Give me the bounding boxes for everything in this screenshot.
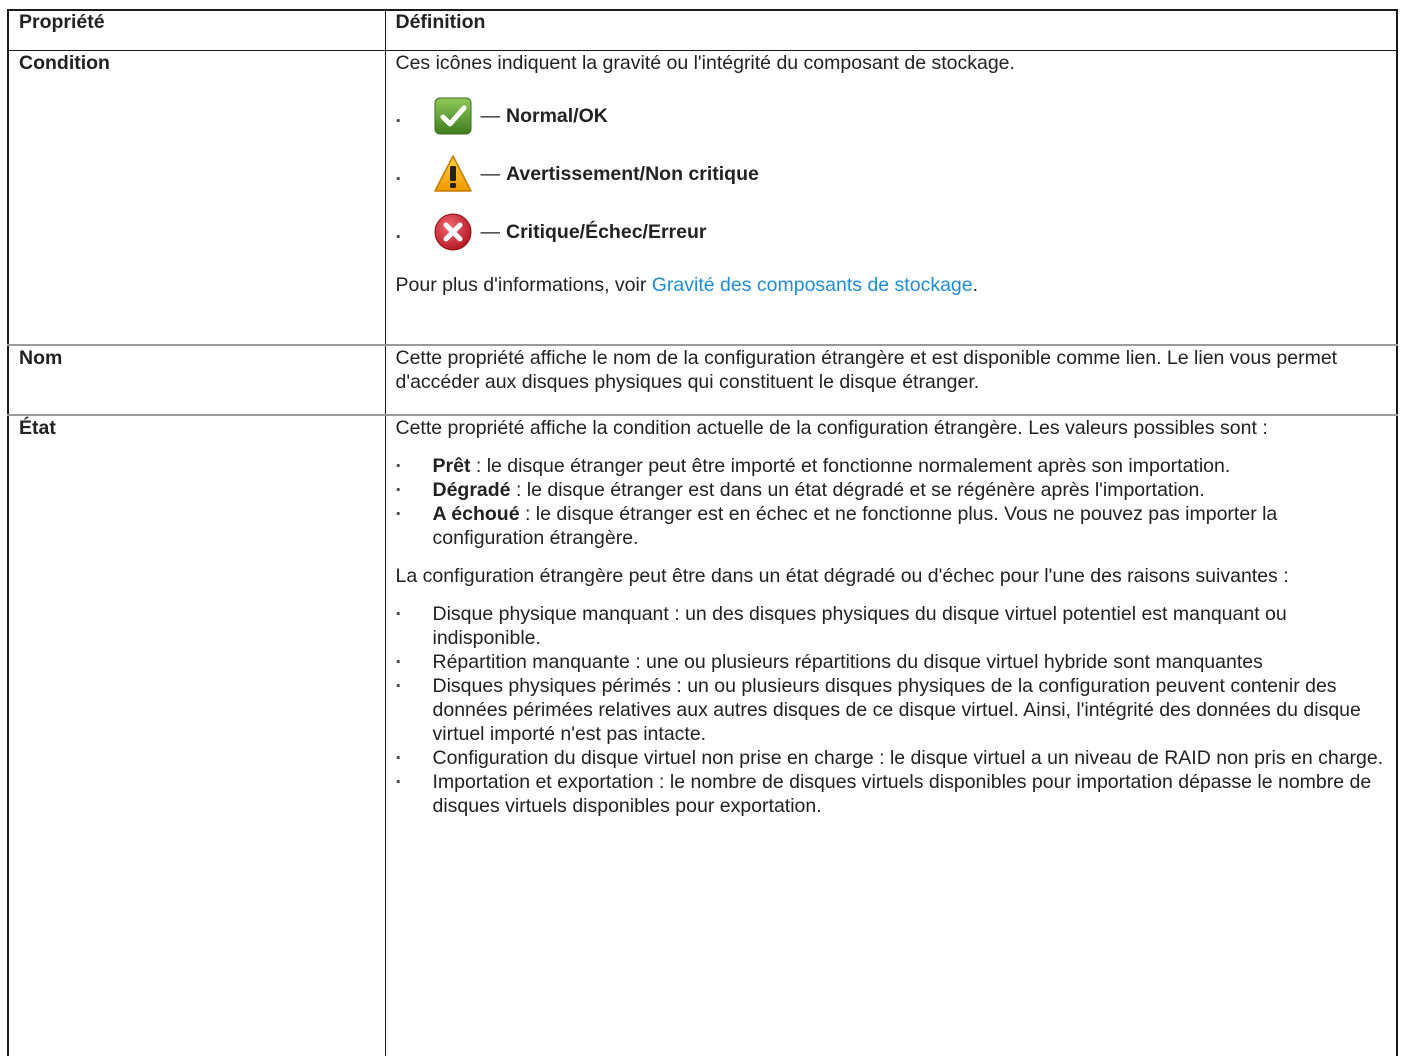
critical-icon [434, 213, 471, 250]
reasons-list: Disque physique manquant : un des disque… [396, 602, 1387, 818]
list-item: — Normal/OK [396, 87, 1387, 145]
list-item: Disques physiques périmés : un ou plusie… [396, 674, 1387, 746]
list-item: Prêt : le disque étranger peut être impo… [396, 454, 1387, 478]
list-item: Configuration du disque virtuel non pris… [396, 746, 1387, 770]
warning-icon [433, 154, 472, 192]
state-term: Prêt [432, 454, 471, 477]
severity-dash: — [480, 104, 501, 127]
list-item: A échoué : le disque étranger est en éch… [396, 502, 1387, 550]
list-item: — Critique/Échec/Erreur [396, 203, 1387, 261]
property-definition: Cette propriété affiche le nom de la con… [385, 344, 1397, 416]
property-name: Nom [8, 344, 386, 416]
severity-link[interactable]: Gravité des composants de stockage [652, 274, 973, 296]
severity-label: Avertissement/Non critique [506, 162, 759, 185]
state-list: Prêt : le disque étranger peut être impo… [396, 454, 1387, 550]
state-term: A échoué [432, 502, 520, 525]
list-item: — Avertissement/Non critique [396, 145, 1387, 203]
property-name: Condition [8, 50, 386, 346]
state-term: Dégradé [432, 478, 511, 501]
more-info-prefix: Pour plus d'informations, voir [395, 273, 652, 296]
severity-list: — Normal/OK [396, 87, 1387, 261]
property-table: Propriété Définition Condition Ces icône… [7, 9, 1398, 1056]
severity-dash: — [480, 162, 501, 185]
property-definition: Ces icônes indiquent la gravité ou l'int… [385, 50, 1397, 346]
severity-label: Normal/OK [506, 104, 608, 127]
table-header-row: Propriété Définition [8, 10, 1397, 51]
property-table-container: Propriété Définition Condition Ces icône… [7, 9, 1398, 1056]
state-text: : le disque étranger peut être importé e… [470, 454, 1231, 477]
property-name: État [8, 414, 386, 1056]
table-row: État Cette propriété affiche la conditio… [8, 414, 1397, 1056]
header-property: Propriété [8, 10, 386, 51]
more-info: Pour plus d'informations, voir Gravité d… [396, 273, 1387, 297]
check-icon [434, 97, 471, 134]
list-item: Dégradé : le disque étranger est dans un… [396, 478, 1387, 502]
property-definition: Cette propriété affiche la condition act… [385, 415, 1397, 1056]
list-item: Importation et exportation : le nombre d… [396, 770, 1387, 818]
reasons-intro: La configuration étrangère peut être dan… [395, 564, 1289, 587]
list-item: Disque physique manquant : un des disque… [396, 602, 1387, 650]
table-row: Condition Ces icônes indiquent la gravit… [8, 50, 1397, 346]
state-text: : le disque étranger est en échec et ne … [432, 502, 1278, 549]
list-item: Répartition manquante : une ou plusieurs… [396, 650, 1387, 674]
state-text: : le disque étranger est dans un état dé… [510, 478, 1205, 501]
state-intro: Cette propriété affiche la condition act… [395, 416, 1268, 439]
condition-intro: Ces icônes indiquent la gravité ou l'int… [395, 51, 1015, 74]
severity-dash: — [480, 220, 501, 243]
more-info-suffix: . [972, 273, 979, 296]
severity-label: Critique/Échec/Erreur [506, 220, 707, 243]
table-row: Nom Cette propriété affiche le nom de la… [8, 344, 1397, 416]
header-definition: Définition [385, 10, 1397, 51]
